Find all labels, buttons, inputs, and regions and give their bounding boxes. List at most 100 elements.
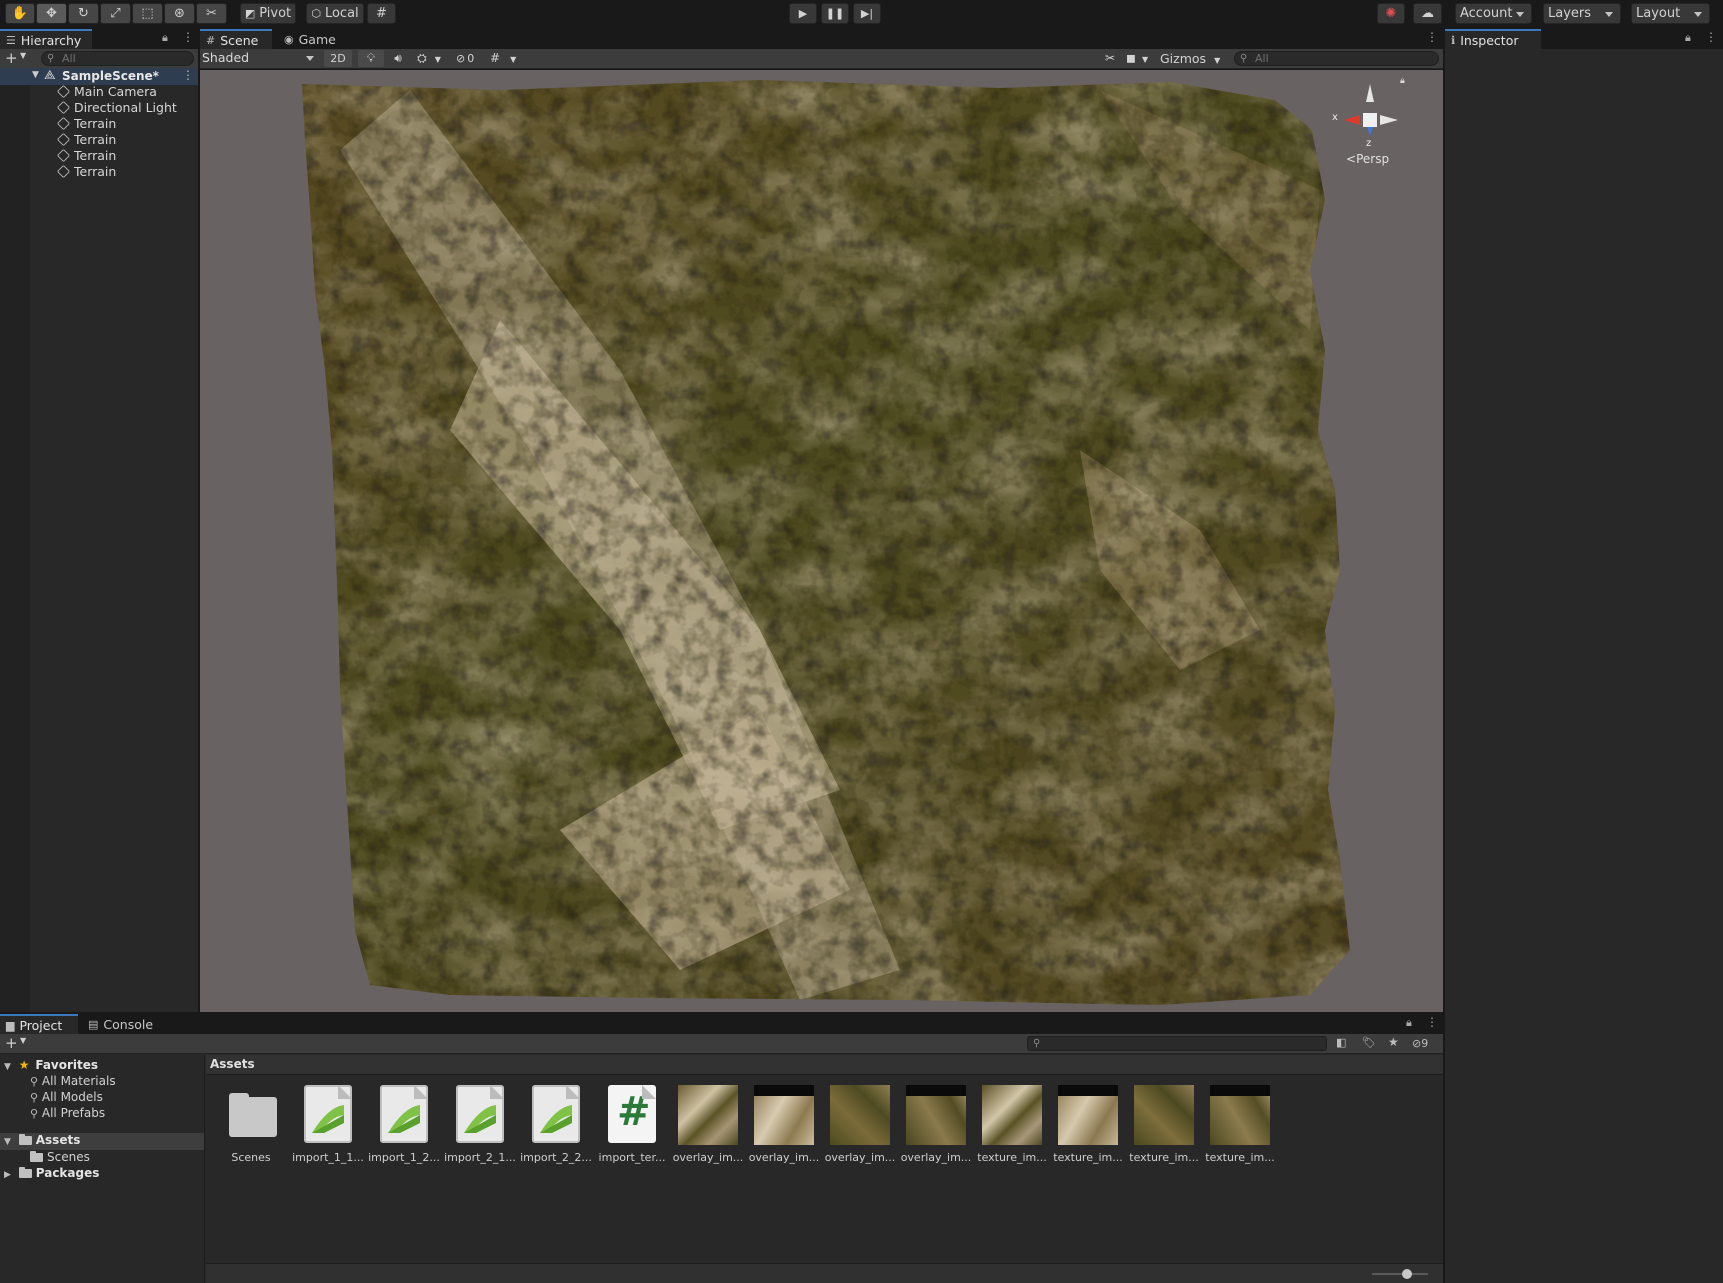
asset-texture[interactable]: overlay_im... [670,1085,746,1164]
scene-viewport[interactable]: x z <Persp 🔒︎ [200,70,1443,1012]
asset-label: texture_im... [1053,1151,1123,1164]
shading-mode-dropdown[interactable]: Shaded [202,50,318,67]
lock-icon[interactable]: 🔒︎ [1400,76,1405,86]
layout-dropdown[interactable]: Layout [1631,3,1710,24]
chevron-down-icon [1694,12,1702,17]
create-plus-icon[interactable]: + [5,1034,18,1052]
effects-dropdown[interactable]: ⛭ ▼ [412,50,446,67]
zoom-slider-handle[interactable] [1402,1269,1412,1279]
account-dropdown[interactable]: Account [1455,3,1532,24]
grid-snap-button[interactable]: # [367,3,396,24]
asset-texture[interactable]: texture_im... [1050,1085,1126,1164]
more-options-icon[interactable]: ⋮ [182,30,194,44]
transform-tool-button[interactable]: ⊛ [164,3,195,24]
asset-label: import_2_1... [444,1151,516,1164]
rect-tool-button[interactable]: ⬚ [132,3,163,24]
hand-tool-button[interactable]: ✋ [5,3,35,24]
splitter[interactable] [1443,29,1445,1283]
camera-dropdown[interactable]: ◼ ▼ [1126,50,1158,67]
hierarchy-item-terrain[interactable]: Terrain [56,132,116,148]
create-plus-icon[interactable]: + [5,49,18,67]
tab-scene[interactable]: # Scene [200,29,272,49]
gizmos-dropdown[interactable]: Gizmos ▼ [1160,50,1226,67]
favorite-all-materials[interactable]: ⚲ All Materials [30,1074,116,1090]
pivot-toggle[interactable]: ◩ Pivot [240,3,296,24]
lock-icon[interactable]: 🔒︎ [1685,31,1691,45]
projection-label[interactable]: <Persp [1346,152,1389,166]
hierarchy-item-directional-light[interactable]: Directional Light [56,100,177,116]
favorite-all-prefabs[interactable]: ⚲ All Prefabs [30,1106,105,1122]
play-button[interactable]: ▶ [789,3,817,24]
asset-folder-scenes[interactable]: Scenes [213,1085,289,1164]
hidden-packages-toggle[interactable]: ⊘9 [1412,1037,1428,1050]
zoom-slider-track[interactable] [1372,1273,1428,1275]
packages-folder-node[interactable]: ▶ Packages [4,1166,99,1182]
grid-visibility-dropdown[interactable]: # ▼ [490,50,530,67]
collab-button[interactable]: ✺ [1377,3,1405,24]
favorite-all-models[interactable]: ⚲ All Models [30,1090,103,1106]
search-by-type-icon[interactable]: ◧ [1336,1036,1346,1049]
step-button[interactable]: ▶| [853,3,881,24]
chevron-down-icon[interactable]: ▼ [20,1036,26,1045]
hierarchy-item-terrain[interactable]: Terrain [56,116,116,132]
terrain-data-icon [456,1085,504,1143]
scene-options-icon[interactable]: ⋮ [182,68,194,82]
expand-arrow-icon[interactable]: ▼ [4,1062,11,1072]
tab-hierarchy[interactable]: ☰ Hierarchy [0,29,92,49]
more-options-icon[interactable]: ⋮ [1426,1015,1438,1029]
orientation-gizmo[interactable]: x z <Persp 🔒︎ [1330,76,1410,170]
hierarchy-item-terrain[interactable]: Terrain [56,164,116,180]
lock-icon[interactable]: 🔒︎ [1406,1016,1412,1030]
pause-button[interactable]: ❚❚ [821,3,849,24]
project-search-input[interactable]: ⚲ [1027,1036,1327,1051]
search-by-label-icon[interactable]: 🏷︎ [1362,1036,1376,1049]
2d-toggle[interactable]: 2D [324,50,352,67]
cloud-button[interactable]: ☁ [1413,3,1442,24]
hierarchy-search-input[interactable]: ⚲ All [41,51,194,66]
scale-tool-button[interactable]: ⤢ [100,3,131,24]
hierarchy-item-main-camera[interactable]: Main Camera [56,84,157,100]
custom-tool-button[interactable]: ✂ [196,3,227,24]
lighting-toggle[interactable]: 💡︎ [358,50,384,67]
move-tool-button[interactable]: ✥ [36,3,67,24]
breadcrumb-assets[interactable]: Assets [210,1057,255,1071]
lock-icon[interactable]: 🔒︎ [162,31,168,45]
assets-folder-node[interactable]: ▼ Assets [0,1133,204,1150]
chevron-down-icon[interactable]: ▼ [20,51,26,60]
asset-texture[interactable]: overlay_im... [898,1085,974,1164]
scenes-folder-node[interactable]: Scenes [30,1150,90,1166]
splitter[interactable] [198,29,200,1012]
asset-texture[interactable]: overlay_im... [822,1085,898,1164]
favorite-star-icon[interactable]: ★ [1388,1035,1399,1049]
scene-row[interactable]: ▼ ⟁ SampleScene* ⋮ [0,68,198,85]
hierarchy-tab-label: Hierarchy [20,32,82,48]
asset-terrain-data[interactable]: import_2_1... [442,1085,518,1164]
layers-dropdown[interactable]: Layers [1543,3,1621,24]
more-options-icon[interactable]: ⋮ [1705,30,1717,44]
tab-inspector[interactable]: ℹ Inspector [1445,29,1541,49]
tab-console[interactable]: ▤ Console [82,1014,168,1034]
hierarchy-item-terrain[interactable]: Terrain [56,148,116,164]
expand-arrow-icon[interactable]: ▶ [4,1170,11,1180]
asset-terrain-data[interactable]: import_1_2... [366,1085,442,1164]
tab-game[interactable]: ◉ Game [278,29,348,49]
expand-arrow-icon[interactable]: ▼ [4,1137,11,1147]
asset-script[interactable]: # import_ter... [594,1085,670,1164]
scene-tools-button[interactable]: ✂ [1098,50,1122,67]
expand-arrow-icon[interactable]: ▼ [32,70,39,80]
tab-project[interactable]: ▆ Project [0,1014,78,1034]
audio-toggle[interactable]: 🔊︎ [386,50,410,67]
asset-texture[interactable]: texture_im... [1202,1085,1278,1164]
asset-terrain-data[interactable]: import_1_1... [290,1085,366,1164]
asset-texture[interactable]: overlay_im... [746,1085,822,1164]
splitter[interactable] [0,1012,1443,1014]
asset-terrain-data[interactable]: import_2_2... [518,1085,594,1164]
hidden-objects-toggle[interactable]: ⊘ 0 [456,50,486,67]
asset-texture[interactable]: texture_im... [1126,1085,1202,1164]
asset-texture[interactable]: texture_im... [974,1085,1050,1164]
more-options-icon[interactable]: ⋮ [1426,30,1438,44]
scene-search-input[interactable]: ⚲ All [1234,51,1439,66]
favorites-node[interactable]: ▼ ★ Favorites [4,1058,98,1074]
rotate-tool-button[interactable]: ↻ [68,3,99,24]
local-toggle[interactable]: ⬡ Local [306,3,364,24]
